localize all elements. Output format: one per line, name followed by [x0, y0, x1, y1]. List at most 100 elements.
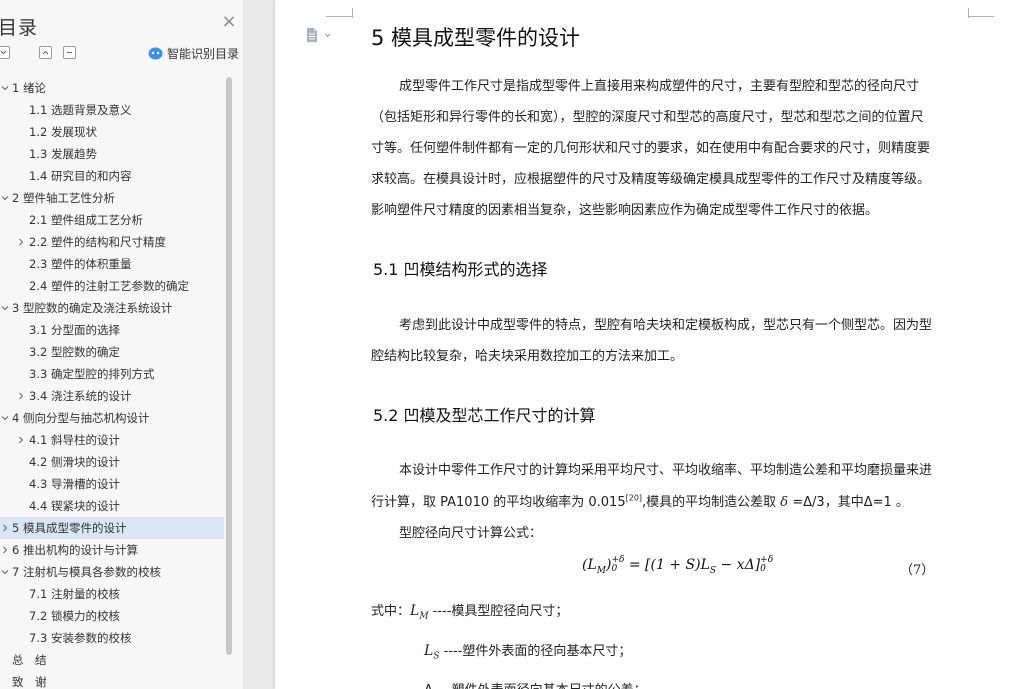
minus-button[interactable] [63, 46, 76, 59]
chevron-right-icon[interactable] [16, 385, 26, 407]
toc-item[interactable]: 2.1 塑件组成工艺分析 [0, 209, 224, 231]
toc-item-label: 3.4 浇注系统的设计 [29, 389, 132, 403]
toc-item[interactable]: 3.4 浇注系统的设计 [0, 385, 224, 407]
minus-icon [67, 52, 72, 53]
toc-item[interactable]: 7.3 安装参数的校核 [0, 627, 224, 649]
text-run: ----模具型腔径向尺寸； [428, 604, 569, 619]
variable-symbol: L [410, 603, 420, 619]
smart-toc-button[interactable]: 智能识别目录 [148, 45, 239, 61]
collapse-icon [42, 50, 49, 55]
toc-item-label: 4.4 锲紧块的设计 [29, 499, 120, 513]
toc-item[interactable]: 7.2 锁模力的校核 [0, 605, 224, 627]
chevron-down-icon[interactable] [0, 407, 10, 429]
variable-symbol: L [424, 643, 434, 659]
toc-item[interactable]: 1 绪论 [0, 77, 224, 99]
toc-item-label: 4.1 斜导柱的设计 [29, 433, 120, 447]
toc-item[interactable]: 1.3 发展趋势 [0, 143, 224, 165]
chevron-right-icon[interactable] [0, 539, 10, 561]
toc-item[interactable]: 2.2 塑件的结构和尺寸精度 [0, 231, 224, 253]
toc-item[interactable]: 7.1 注射量的校核 [0, 583, 224, 605]
toc-item-label: 7.2 锁模力的校核 [29, 609, 120, 623]
toc-item-label: 7.3 安装参数的校核 [29, 631, 132, 645]
toc-item[interactable]: 7 注射机与模具各参数的校核 [0, 561, 224, 583]
toc-item[interactable]: 4.4 锲紧块的设计 [0, 495, 224, 517]
toc-item[interactable]: 2.3 塑件的体积重量 [0, 253, 224, 275]
page-corner-mark [326, 16, 352, 17]
toc-item[interactable]: 5 模具成型零件的设计 [0, 517, 224, 539]
toc-item-label: 2.3 塑件的体积重量 [29, 257, 132, 271]
toc-item-label: 1.3 发展趋势 [29, 147, 97, 161]
paragraph-line: 影响塑件尺寸精度的因素相当复杂，这些影响因素应作为确定成型零件工作尺寸的依据。 [371, 203, 879, 218]
toc-list: 1 绪论 1.1 选题背景及意义 1.2 发展现状 1.3 发展趋势 1.4 研究目的和… [0, 77, 224, 689]
toc-item-label: 2 塑件轴工艺性分析 [12, 191, 115, 205]
text-run: ,模具的平均制造公差取 [642, 495, 781, 510]
section-heading: 5.1 凹模结构形式的选择 [373, 260, 548, 279]
toc-item-label: 3.2 型腔数的确定 [29, 345, 120, 359]
delta-symbol: δ [780, 495, 789, 510]
chevron-right-icon[interactable] [16, 231, 26, 253]
toc-item[interactable]: 4.2 侧滑块的设计 [0, 451, 224, 473]
toc-item[interactable]: 3 型腔数的确定及浇注系统设计 [0, 297, 224, 319]
toc-item[interactable]: 1.2 发展现状 [0, 121, 224, 143]
toc-item[interactable]: 致 谢 [0, 671, 224, 689]
toc-item[interactable]: 6 推出机构的设计与计算 [0, 539, 224, 561]
toc-item-label: 致 谢 [12, 675, 47, 689]
close-icon[interactable]: × [221, 13, 237, 31]
paragraph-line: 寸等。任何塑件制件都有一定的几何形状和尺寸的要求，如在使用中有配合要求的尺寸，则… [371, 141, 931, 156]
toc-item-label: 7 注射机与模具各参数的校核 [12, 565, 161, 579]
toc-item-label: 2.2 塑件的结构和尺寸精度 [29, 235, 166, 249]
paragraph-line-partial: Δ----塑件外表面径向基本尺寸的公差； [424, 679, 647, 689]
paragraph-line: 求较高。在模具设计时，应根据塑件的尺寸及精度等级确定模具成型零件的工作尺寸及精度… [371, 172, 931, 187]
collapse-all-button[interactable] [39, 46, 52, 59]
toc-item-label: 1.4 研究目的和内容 [29, 169, 132, 183]
equation-number: （7） [900, 563, 935, 578]
toc-item-label: 6 推出机构的设计与计算 [12, 543, 138, 557]
toc-item[interactable]: 3.3 确定型腔的排列方式 [0, 363, 224, 385]
chevron-right-icon[interactable] [16, 429, 26, 451]
toc-item-label: 4 侧向分型与抽芯机构设计 [12, 411, 150, 425]
toc-panel: 目录 × 智能识别目录 1 绪论 1.1 选题背景及意义 1.2 发展现状 1.3 发… [0, 0, 244, 689]
toc-item-label: 1.2 发展现状 [29, 125, 97, 139]
formula-part: M [596, 565, 606, 576]
expand-all-button[interactable] [0, 46, 10, 59]
document-menu-icon[interactable] [305, 27, 335, 43]
chevron-right-icon[interactable] [0, 517, 10, 539]
toc-item[interactable]: 1.1 选题背景及意义 [0, 99, 224, 121]
toc-item-label: 4.3 导滑槽的设计 [29, 477, 120, 491]
citation-ref[interactable]: [20] [626, 494, 642, 503]
formula-part: − xΔ] [716, 557, 761, 573]
toc-item-label: 2.4 塑件的注射工艺参数的确定 [29, 279, 189, 293]
paragraph-line: 本设计中零件工作尺寸的计算均采用平均尺寸、平均收缩率、平均制造公差和平均磨损量来… [399, 463, 933, 478]
toc-item[interactable]: 4.3 导滑槽的设计 [0, 473, 224, 495]
toc-item[interactable]: 2 塑件轴工艺性分析 [0, 187, 224, 209]
text-run: ----塑件外表面的径向基本尺寸； [439, 644, 632, 659]
toc-item[interactable]: 3.2 型腔数的确定 [0, 341, 224, 363]
toc-item[interactable]: 总 结 [0, 649, 224, 671]
toc-item[interactable]: 4.1 斜导柱的设计 [0, 429, 224, 451]
variable-subscript: M [419, 611, 429, 622]
paragraph-line: 成型零件工作尺寸是指成型零件上直接用来构成塑件的尺寸，主要有型腔和型芯的径向尺寸 [399, 79, 920, 94]
toc-scrollbar[interactable] [226, 77, 232, 655]
toc-item[interactable]: 1.4 研究目的和内容 [0, 165, 224, 187]
paragraph-line: 腔结构比较复杂，哈夫块采用数控加工的方法来加工。 [371, 349, 684, 364]
toc-item-label: 4.2 侧滑块的设计 [29, 455, 120, 469]
chevron-down-icon[interactable] [0, 187, 10, 209]
paragraph-line: 考虑到此设计中成型零件的特点，型腔有哈夫块和定模板构成，型芯只有一个侧型芯。因为… [399, 318, 933, 333]
section-heading: 5.2 凹模及型芯工作尺寸的计算 [373, 406, 596, 425]
paragraph-line: 式中：LM ----模具型腔径向尺寸； [371, 600, 568, 622]
toc-title: 目录 [0, 17, 39, 39]
toc-item-label: 3.3 确定型腔的排列方式 [29, 367, 155, 381]
expand-icon [0, 50, 7, 55]
chevron-down-icon[interactable] [0, 297, 10, 319]
toc-item-label: 总 结 [12, 653, 47, 667]
formula-part: = [(1 + S)L [624, 557, 710, 573]
text-run: 式中： [371, 604, 411, 619]
paragraph-line: LS ----塑件外表面的径向基本尺寸； [424, 640, 631, 662]
toc-item[interactable]: 2.4 塑件的注射工艺参数的确定 [0, 275, 224, 297]
paragraph-line: （包括矩形和异行零件的长和宽），型腔的深度尺寸和型芯的高度尺寸，型芯和型芯之间的… [371, 110, 924, 125]
toc-item[interactable]: 4 侧向分型与抽芯机构设计 [0, 407, 224, 429]
toc-item[interactable]: 3.1 分型面的选择 [0, 319, 224, 341]
toc-item-label: 5 模具成型零件的设计 [12, 521, 127, 535]
chevron-down-icon[interactable] [0, 561, 10, 583]
chevron-down-icon[interactable] [0, 77, 10, 99]
